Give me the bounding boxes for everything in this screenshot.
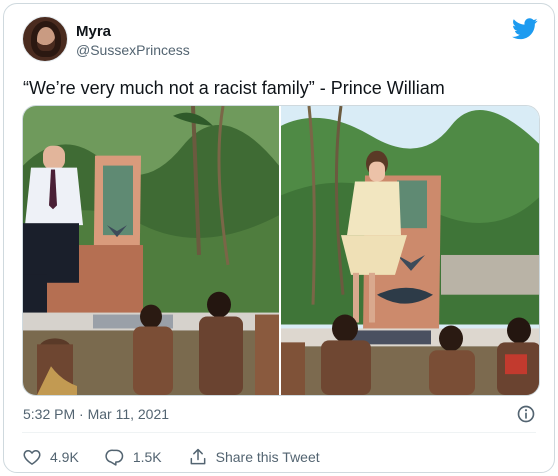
divider (22, 432, 536, 433)
tweet-photo-left[interactable] (23, 106, 279, 395)
tweet-photo-right[interactable] (281, 106, 539, 395)
like-button[interactable]: 4.9K (22, 447, 79, 467)
share-icon (190, 448, 206, 465)
reply-button[interactable]: 1.5K (105, 447, 162, 467)
author-name[interactable]: Myra (76, 23, 111, 40)
reply-count: 1.5K (132, 449, 162, 465)
share-label: Share this Tweet (215, 449, 320, 465)
reply-icon (105, 449, 124, 466)
tweet-media[interactable] (22, 105, 540, 396)
like-count: 4.9K (50, 449, 79, 465)
avatar[interactable] (22, 16, 68, 62)
tweet-timestamp[interactable]: 5:32 PM · Mar 11, 2021 (23, 406, 169, 422)
tweet-text: “We’re very much not a racist family” - … (23, 78, 445, 98)
tweet-actions: 4.9K 1.5K Share this Tweet (22, 445, 346, 469)
share-button[interactable]: Share this Tweet (188, 447, 320, 467)
heart-icon (23, 450, 41, 465)
author-handle[interactable]: @SussexPrincess (76, 42, 190, 58)
tweet-card[interactable]: Myra @SussexPrincess “We’re very much no… (3, 3, 555, 473)
twitter-bird-icon[interactable] (512, 18, 538, 40)
info-icon[interactable] (516, 404, 536, 424)
